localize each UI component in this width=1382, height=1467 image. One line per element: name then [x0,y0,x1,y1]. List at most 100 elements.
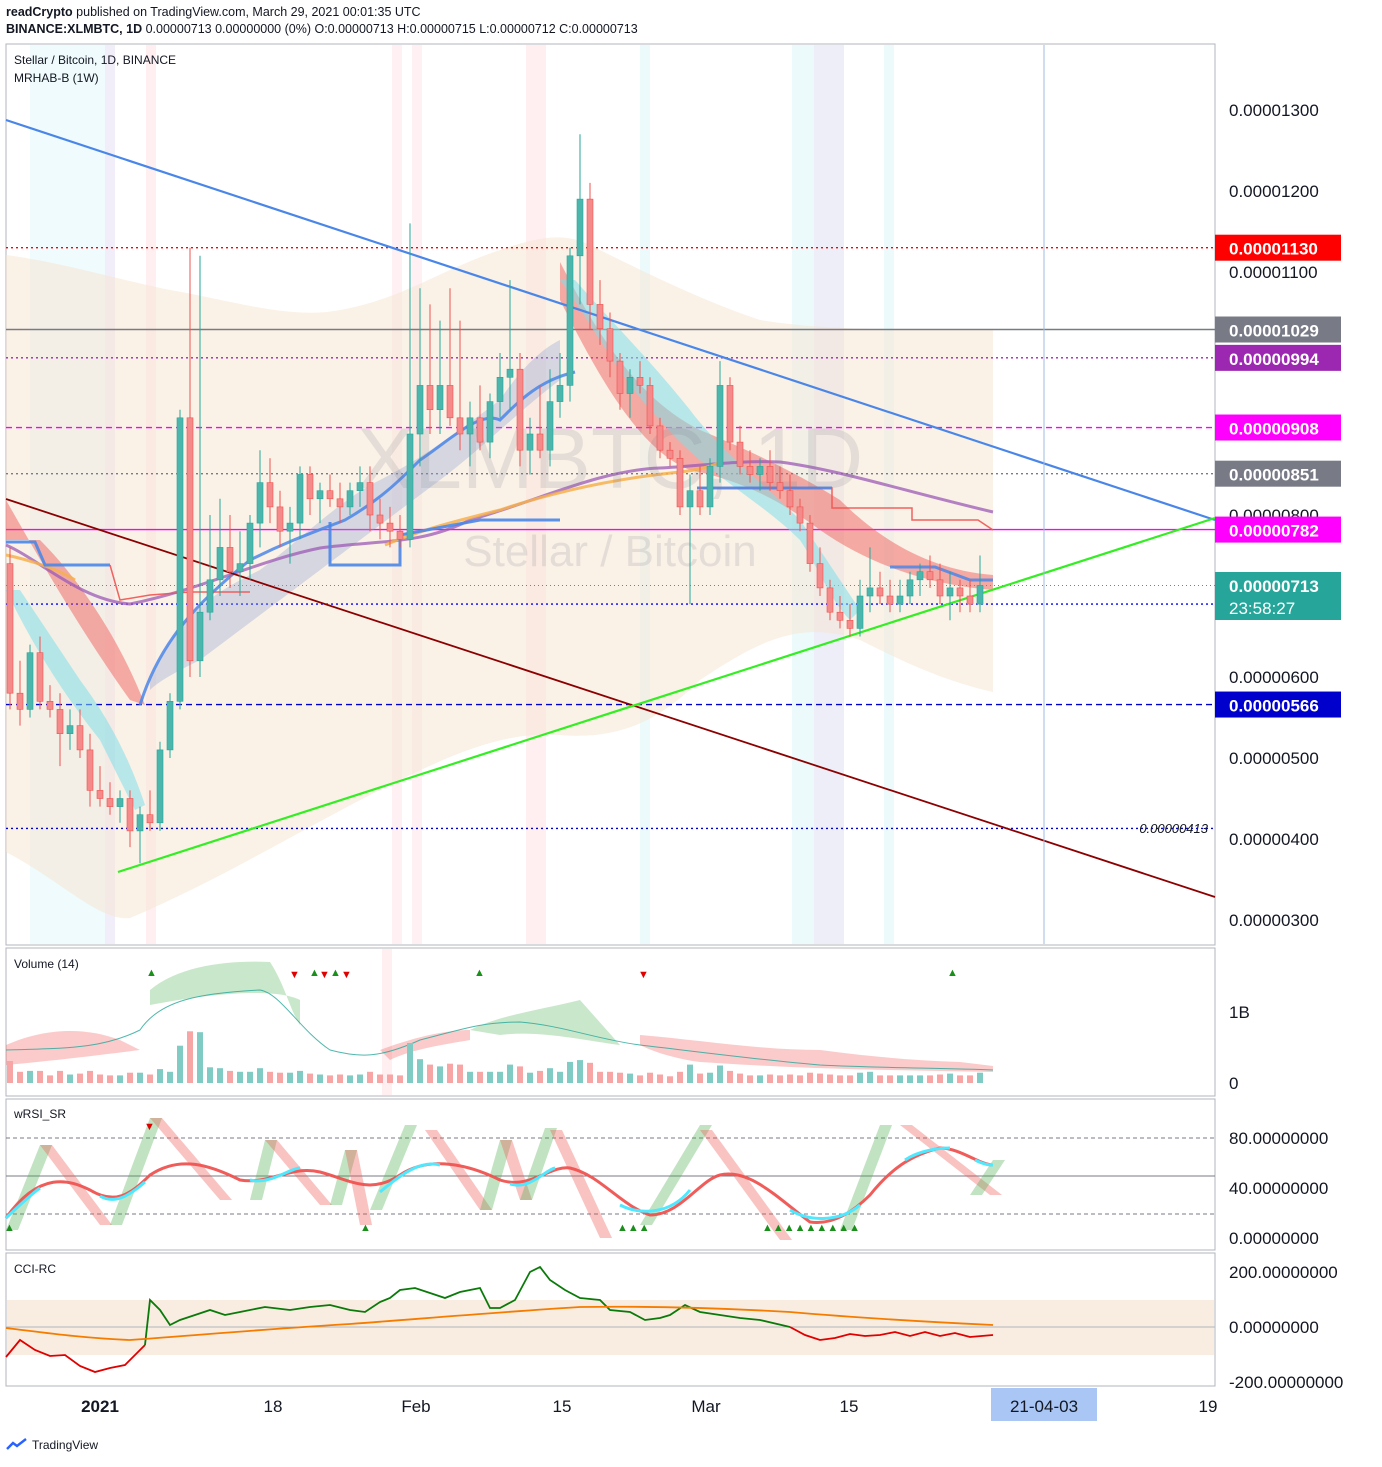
candle-body [606,328,614,362]
volume-pane-title[interactable]: Volume (14) [14,957,79,971]
volume-bar [187,1031,193,1083]
volume-bar [907,1075,913,1083]
volume-bar [357,1074,363,1083]
candle-body [686,490,694,508]
volume-bar [507,1064,513,1083]
volume-bar [567,1061,573,1083]
volume-bar [707,1072,713,1083]
price-tick-label: 0.00000600 [1229,668,1319,687]
candle-body [656,425,664,451]
volume-bar [837,1075,843,1083]
candle-body [576,198,584,257]
candle-body [126,798,134,832]
candle-body [6,563,14,694]
candle-body [446,385,454,419]
volume-bar [777,1075,783,1083]
volume-bar [877,1075,883,1083]
time-tick-label: 2021 [81,1397,119,1416]
volume-bar [537,1070,543,1083]
time-tick-label: Mar [691,1397,721,1416]
volume-bar [487,1071,493,1083]
candle-body [516,368,524,451]
volume-bar [377,1074,383,1083]
volume-bar [107,1075,113,1083]
volume-bar [977,1072,983,1083]
volume-bar [347,1075,353,1083]
volume-bar [237,1071,243,1083]
candle-body [506,368,514,378]
candle-body [646,385,654,427]
price-tick-label: 0.00000500 [1229,749,1319,768]
sell-signal-icon: ▼ [289,969,300,981]
candle-body [316,490,324,500]
volume-bar [957,1075,963,1083]
volume-bar [817,1073,823,1083]
rsi-axis[interactable]: 80.00000000 40.00000000 0.00000000 [1229,1129,1328,1248]
indicator-title[interactable]: MRHAB-B (1W) [14,71,99,85]
price-tick-label: 0.00001300 [1229,101,1319,120]
volume-bar [967,1075,973,1083]
volume-bar [127,1072,133,1083]
candle-body [806,522,814,564]
candle-body [636,376,644,386]
chart-canvas[interactable]: XLMBTC, 1D Stellar / Bitcoin 0.00000413 … [0,0,1382,1467]
candle-body [556,385,564,402]
candle-body [836,611,844,621]
main-pane-title[interactable]: Stellar / Bitcoin, 1D, BINANCE [14,53,176,67]
volume-bar [467,1071,473,1083]
volume-bar [757,1075,763,1083]
candle-body [86,749,94,791]
candle-body [246,522,254,564]
candle-body [706,466,714,508]
volume-bar [27,1070,33,1083]
candle-body [676,457,684,508]
volume-bar [687,1064,693,1083]
candle-body [586,198,594,305]
candle-body [366,482,374,516]
price-level-labels: 0.00001130 0.00001029 0.00000994 0.00000908… [1215,234,1341,718]
volume-axis[interactable]: 1B 0 [1229,1003,1250,1093]
volume-bar [787,1074,793,1083]
buy-signal-icon: ▲ [4,1222,15,1234]
volume-bar [857,1072,863,1083]
price-level-value: 0.00001029 [1229,322,1319,341]
candle-body [886,595,894,605]
volume-ma-cloud [150,961,300,1025]
time-tick-label: 15 [553,1397,572,1416]
volume-bar [617,1072,623,1083]
candle-body [596,304,604,329]
volume-bar [527,1072,533,1083]
volume-bar [737,1073,743,1083]
volume-bar [937,1074,943,1083]
buy-signal-icon: ▲▲▲▲▲▲▲▲▲ [762,1222,860,1234]
price-axis[interactable]: 0.000013000.000012000.000011000.00000800… [1229,101,1319,930]
candle-body [816,563,824,589]
rsi-tick-label: 0.00000000 [1229,1229,1319,1248]
tradingview-footer[interactable]: TradingView [6,1438,98,1452]
candle-body [306,474,314,500]
candle-body [856,595,864,629]
candle-body [196,611,204,662]
candle-body [206,579,214,613]
volume-bar [397,1075,403,1083]
volume-bar [557,1071,563,1083]
buy-signal-icon: ▲ [360,1222,371,1234]
volume-bar [577,1060,583,1083]
candle-body [906,579,914,597]
rsi-pane-title[interactable]: wRSI_SR [13,1107,66,1121]
volume-bar [417,1059,423,1083]
candle-body [176,417,184,702]
time-tick-label: 19 [1199,1397,1218,1416]
cci-pane-title[interactable]: CCI-RC [14,1262,56,1276]
time-axis[interactable]: 2021 18 Feb 15 Mar 15 21-04-03 19 [81,1388,1217,1421]
volume-bar [927,1075,933,1083]
candle-body [166,700,174,751]
candle-body [326,490,334,500]
volume-ma-cloud [380,1030,470,1060]
candle-body [736,441,744,467]
volume-bar [897,1075,903,1083]
candle-body [376,514,384,524]
volume-bar [887,1075,893,1083]
volume-bar [727,1070,733,1083]
cci-axis[interactable]: 200.00000000 0.00000000 -200.00000000 [1229,1263,1343,1392]
